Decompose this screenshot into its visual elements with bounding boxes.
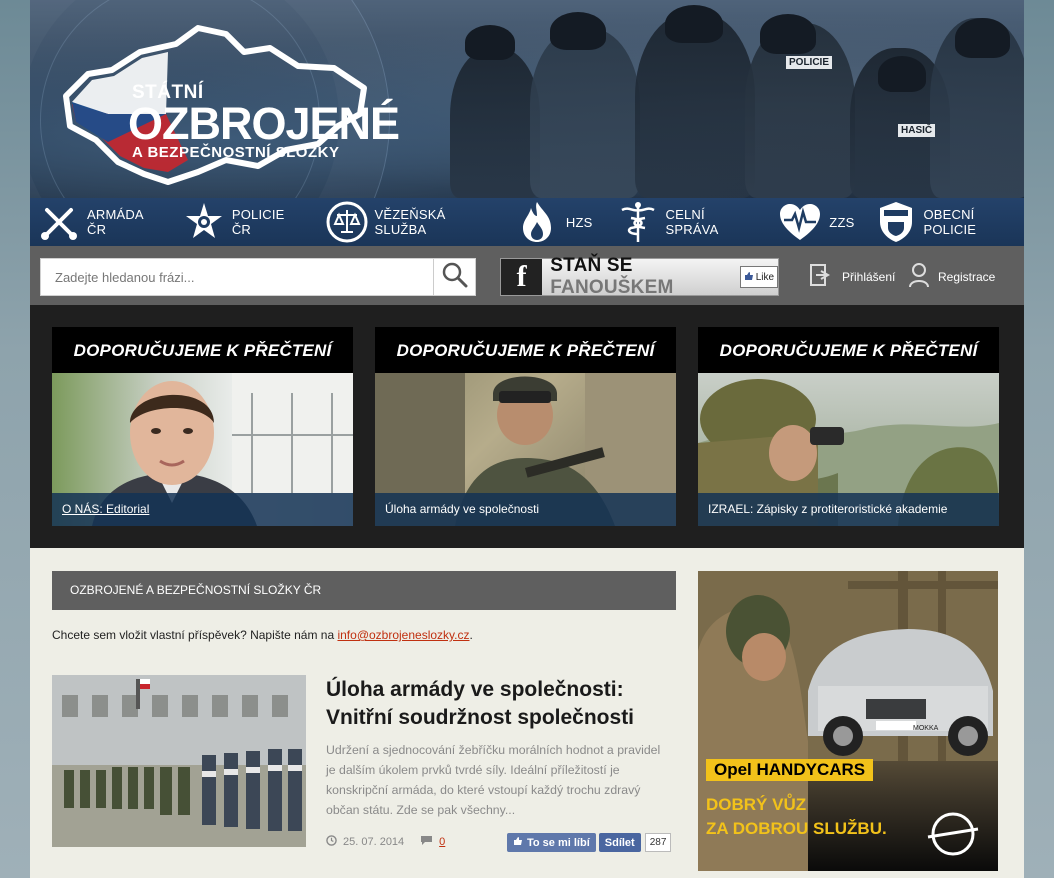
user-icon bbox=[908, 262, 930, 291]
card-image-soldier: Úloha armády ve společnosti bbox=[375, 373, 676, 526]
site-logo[interactable]: STÁTNÍ OZBROJENÉ A BEZPEČNOSTNÍ SLOŽKY bbox=[48, 22, 400, 192]
comments: 0 bbox=[420, 835, 445, 849]
social-buttons: To se mi líbí Sdílet 287 bbox=[507, 833, 672, 852]
card-image-editorial: O NÁS: Editorial bbox=[52, 373, 353, 526]
search-box bbox=[40, 258, 476, 296]
shield-badge-icon bbox=[874, 199, 917, 245]
clock-icon bbox=[326, 835, 337, 849]
site-wrapper: POLICIE HASIČ STÁTNÍ OZBROJENÉ A BEZPEČN… bbox=[30, 0, 1024, 878]
nav-label: ZZS bbox=[829, 214, 855, 230]
search-button[interactable] bbox=[433, 259, 475, 295]
comment-bubble-icon bbox=[420, 835, 433, 849]
firefighter-patch: HASIČ bbox=[898, 124, 936, 137]
recommended-heading: DOPORUČUJEME K PŘEČTENÍ bbox=[375, 327, 676, 373]
ad-brand-tag: Opel HANDYCARS bbox=[706, 759, 874, 781]
article-excerpt: Udržení a sjednocování žebříčku morálníc… bbox=[326, 743, 661, 817]
justice-scales-icon bbox=[325, 199, 369, 245]
register-link[interactable]: Registrace bbox=[908, 262, 995, 291]
license-plate: MOKKA bbox=[913, 725, 939, 732]
facebook-like-button[interactable]: To se mi líbí bbox=[507, 833, 596, 852]
search-icon bbox=[442, 262, 468, 293]
search-input[interactable] bbox=[41, 259, 435, 295]
recommended-card[interactable]: DOPORUČUJEME K PŘEČTENÍ Úloha armády ve … bbox=[375, 327, 676, 526]
nav-label: Obecní policie bbox=[923, 207, 977, 237]
nav-item-armada[interactable]: Armáda ČR bbox=[38, 198, 161, 246]
register-label: Registrace bbox=[938, 269, 996, 284]
recommended-card[interactable]: DOPORUČUJEME K PŘEČTENÍ O NÁS: Editorial bbox=[52, 327, 353, 526]
header-banner: POLICIE HASIČ STÁTNÍ OZBROJENÉ A BEZPEČN… bbox=[30, 0, 1024, 198]
banner-photo-soldiers: POLICIE HASIČ bbox=[410, 0, 1024, 198]
facebook-icon: f bbox=[501, 259, 543, 295]
opel-advertisement[interactable]: MOKKA Opel HANDYCARS DOBRÝ VŮZ ZA DOBROU… bbox=[698, 571, 998, 871]
facebook-like-badge: Like bbox=[739, 266, 778, 288]
login-label: Přihlášení bbox=[842, 269, 896, 284]
nav-label: Celní správa bbox=[665, 207, 719, 237]
ad-slogan: DOBRÝ VŮZ ZA DOBROU SLUŽBU. bbox=[706, 795, 887, 838]
main-nav: Armáda ČR Policie ČR Vězeňská služba HZS… bbox=[30, 198, 1024, 246]
heartbeat-icon bbox=[777, 199, 823, 245]
login-link[interactable]: Přihlášení bbox=[808, 262, 895, 291]
nav-label: HZS bbox=[565, 214, 593, 230]
main-content: OZBROJENÉ A BEZPEČNOSTNÍ SLOŽKY ČR Chcet… bbox=[30, 548, 1024, 878]
nav-item-obecni-policie[interactable]: Obecní policie bbox=[874, 198, 1024, 246]
card-caption[interactable]: Úloha armády ve společnosti bbox=[375, 493, 676, 526]
nav-item-celni-sprava[interactable]: Celní správa bbox=[617, 198, 756, 246]
thumbs-up-icon bbox=[513, 836, 523, 849]
login-icon bbox=[808, 262, 834, 291]
nav-label: Policie ČR bbox=[231, 207, 285, 237]
contact-email-link[interactable]: info@ozbrojeneslozky.cz bbox=[337, 628, 469, 642]
flame-icon bbox=[514, 199, 560, 245]
logo-text: STÁTNÍ OZBROJENÉ A BEZPEČNOSTNÍ SLOŽKY bbox=[128, 82, 400, 161]
card-image-israel: IZRAEL: Zápisky z protiteroristické akad… bbox=[698, 373, 999, 526]
nav-item-vezenska-sluzba[interactable]: Vězeňská služba bbox=[325, 198, 492, 246]
comment-count-link[interactable]: 0 bbox=[439, 836, 445, 848]
recommended-section: DOPORUČUJEME K PŘEČTENÍ O NÁS: Editorial… bbox=[30, 305, 1024, 548]
article-date: 25. 07. 2014 bbox=[343, 836, 405, 848]
thumbs-up-icon bbox=[744, 271, 754, 284]
article-thumbnail[interactable] bbox=[52, 675, 306, 847]
nav-item-zzs[interactable]: ZZS bbox=[777, 198, 854, 246]
card-caption[interactable]: O NÁS: Editorial bbox=[52, 493, 353, 526]
nav-item-hzs[interactable]: HZS bbox=[514, 198, 593, 246]
article-title[interactable]: Úloha armády ve společnosti: Vnitřní sou… bbox=[326, 676, 666, 732]
logo-line-2: OZBROJENÉ bbox=[128, 98, 400, 149]
police-star-icon bbox=[183, 199, 226, 245]
share-count: 287 bbox=[644, 833, 672, 852]
recommended-heading: DOPORUČUJEME K PŘEČTENÍ bbox=[698, 327, 999, 373]
nav-label: Vězeňská služba bbox=[374, 207, 446, 237]
nav-item-policie[interactable]: Policie ČR bbox=[183, 198, 303, 246]
facebook-share-button[interactable]: Sdílet bbox=[598, 833, 641, 852]
card-caption[interactable]: IZRAEL: Zápisky z protiteroristické akad… bbox=[698, 493, 999, 526]
swords-icon bbox=[38, 199, 81, 245]
nav-label: Armáda ČR bbox=[86, 207, 144, 237]
submission-invite: Chcete sem vložit vlastní příspěvek? Nap… bbox=[52, 628, 473, 642]
facebook-banner-text: STAŇ SE FANOUŠKEM bbox=[550, 255, 674, 298]
police-patch: POLICIE bbox=[786, 56, 833, 69]
recommended-heading: DOPORUČUJEME K PŘEČTENÍ bbox=[52, 327, 353, 373]
facebook-fan-banner[interactable]: f STAŇ SE FANOUŠKEM Like bbox=[500, 255, 779, 298]
article-meta: 25. 07. 2014 0 bbox=[326, 835, 445, 849]
caduceus-icon bbox=[617, 199, 660, 245]
toolbar: f STAŇ SE FANOUŠKEM Like Přihlášení Regi… bbox=[30, 246, 1024, 305]
recommended-card[interactable]: DOPORUČUJEME K PŘEČTENÍ IZRAEL: Zápisky … bbox=[698, 327, 999, 526]
section-title: OZBROJENÉ A BEZPEČNOSTNÍ SLOŽKY ČR bbox=[52, 571, 676, 610]
